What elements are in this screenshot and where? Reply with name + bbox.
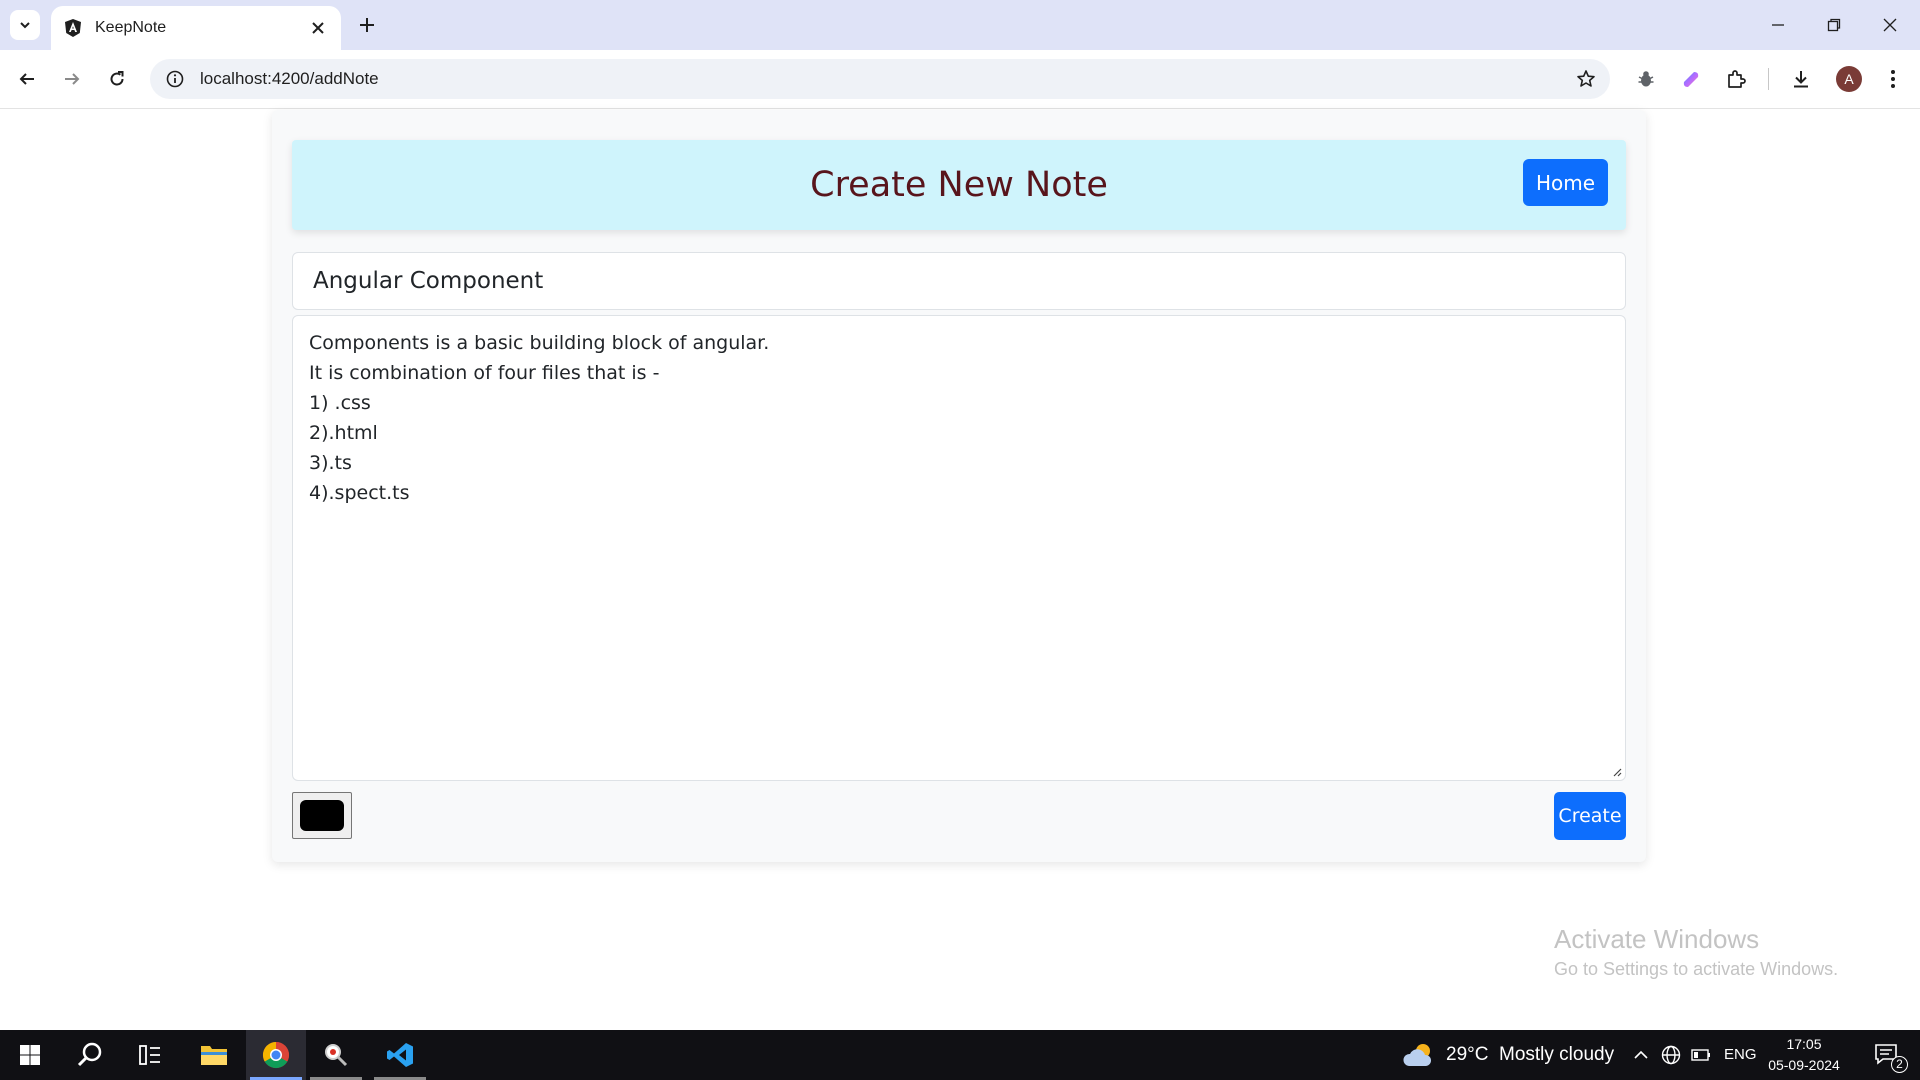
more-vert-icon bbox=[1891, 70, 1895, 88]
create-button[interactable]: Create bbox=[1554, 792, 1626, 840]
content-line: Components is a basic building block of … bbox=[309, 332, 770, 354]
close-icon bbox=[1883, 18, 1897, 32]
browser-tab[interactable]: KeepNote bbox=[51, 6, 341, 50]
home-button[interactable]: Home bbox=[1523, 159, 1608, 206]
chrome-taskbar-button[interactable] bbox=[246, 1030, 306, 1080]
forward-button[interactable] bbox=[55, 62, 89, 96]
battery-button[interactable] bbox=[1688, 1030, 1714, 1080]
restore-icon bbox=[1827, 18, 1841, 32]
downloads-button[interactable] bbox=[1784, 62, 1818, 96]
note-title-input[interactable]: Angular Component bbox=[292, 252, 1626, 310]
task-view-button[interactable] bbox=[120, 1030, 180, 1080]
note-color-picker[interactable] bbox=[292, 792, 352, 839]
avatar[interactable]: A bbox=[1836, 66, 1862, 92]
extensions-button[interactable] bbox=[1719, 62, 1753, 96]
gemini-extension-button[interactable] bbox=[1674, 62, 1708, 96]
weather-widget[interactable]: 29°C Mostly cloudy bbox=[1402, 1030, 1614, 1080]
task-view-icon bbox=[139, 1045, 160, 1065]
magnifier-app-button[interactable] bbox=[306, 1030, 366, 1080]
content-line: 1) .css bbox=[309, 392, 371, 414]
bug-extension-button[interactable] bbox=[1629, 62, 1663, 96]
notification-count: 2 bbox=[1891, 1056, 1908, 1073]
star-icon[interactable] bbox=[1568, 61, 1604, 97]
tab-title: KeepNote bbox=[95, 19, 167, 36]
address-bar[interactable]: localhost:4200/addNote bbox=[150, 59, 1610, 99]
watermark-title: Activate Windows bbox=[1554, 924, 1760, 954]
language-indicator[interactable]: ENG bbox=[1724, 1046, 1757, 1063]
menu-button[interactable] bbox=[1876, 62, 1910, 96]
clock-date: 05-09-2024 bbox=[1768, 1057, 1840, 1073]
back-button[interactable] bbox=[10, 62, 44, 96]
search-icon bbox=[77, 1042, 102, 1067]
taskbar: 29°C Mostly cloudy ENG 17:05 05-09-2024 … bbox=[0, 1030, 1920, 1080]
content-line: 3).ts bbox=[309, 452, 352, 474]
info-icon[interactable] bbox=[164, 68, 186, 90]
restore-button[interactable] bbox=[1806, 0, 1862, 50]
watermark-subtitle: Go to Settings to activate Windows. bbox=[1554, 959, 1839, 979]
angular-icon bbox=[63, 18, 83, 38]
browser-tab-strip: KeepNote bbox=[0, 0, 1920, 50]
arrow-left-icon bbox=[19, 73, 34, 85]
close-icon[interactable] bbox=[307, 17, 329, 39]
chevron-down-icon bbox=[20, 22, 30, 29]
plus-icon bbox=[360, 18, 374, 32]
url-text[interactable]: localhost:4200/addNote bbox=[200, 69, 1568, 89]
browser-toolbar: localhost:4200/addNote bbox=[0, 50, 1920, 109]
notifications-button[interactable]: 2 bbox=[1862, 1030, 1912, 1080]
minimize-icon bbox=[1772, 24, 1784, 26]
arrow-right-icon bbox=[65, 73, 80, 85]
file-explorer-button[interactable] bbox=[184, 1030, 244, 1080]
vscode-icon bbox=[387, 1043, 413, 1067]
content-line: It is combination of four files that is … bbox=[309, 362, 660, 384]
folder-icon bbox=[201, 1046, 227, 1065]
note-content-textarea[interactable]: Components is a basic building block of … bbox=[292, 315, 1626, 781]
network-button[interactable] bbox=[1658, 1030, 1684, 1080]
reload-icon bbox=[110, 71, 124, 86]
chrome-icon bbox=[262, 1041, 290, 1069]
reload-button[interactable] bbox=[100, 62, 134, 96]
bug-icon bbox=[1638, 71, 1654, 87]
content-line: 2).html bbox=[309, 422, 378, 444]
vscode-taskbar-button[interactable] bbox=[370, 1030, 430, 1080]
windows-icon bbox=[20, 1045, 40, 1065]
new-tab-button[interactable] bbox=[352, 10, 382, 40]
chevron-up-icon bbox=[1634, 1050, 1648, 1059]
search-button[interactable] bbox=[60, 1030, 120, 1080]
puzzle-icon bbox=[1728, 70, 1746, 88]
content-line: 4).spect.ts bbox=[309, 482, 410, 504]
battery-icon bbox=[1691, 1049, 1710, 1061]
page-title: Create New Note bbox=[810, 165, 1108, 205]
partly-cloudy-icon bbox=[1403, 1044, 1432, 1066]
clock[interactable]: 17:05 05-09-2024 bbox=[1768, 1034, 1840, 1076]
weather-text: 29°C Mostly cloudy bbox=[1446, 1044, 1615, 1065]
show-hidden-icons-button[interactable] bbox=[1628, 1030, 1654, 1080]
color-swatch bbox=[300, 800, 344, 831]
toolbar-divider bbox=[1768, 68, 1769, 90]
magnifier-icon bbox=[325, 1044, 348, 1067]
close-window-button[interactable] bbox=[1862, 0, 1918, 50]
clock-time: 17:05 bbox=[1786, 1036, 1822, 1052]
tab-search-button[interactable] bbox=[10, 10, 40, 40]
globe-icon bbox=[1661, 1045, 1681, 1065]
minimize-button[interactable] bbox=[1750, 0, 1806, 50]
activate-windows-watermark: Activate Windows Go to Settings to activ… bbox=[1554, 924, 1838, 980]
sparkle-extension-icon bbox=[1683, 72, 1699, 87]
resize-handle-icon[interactable] bbox=[1612, 767, 1622, 777]
download-icon bbox=[1794, 71, 1808, 88]
note-header: Create New Note bbox=[292, 140, 1626, 230]
start-button[interactable] bbox=[0, 1030, 60, 1080]
